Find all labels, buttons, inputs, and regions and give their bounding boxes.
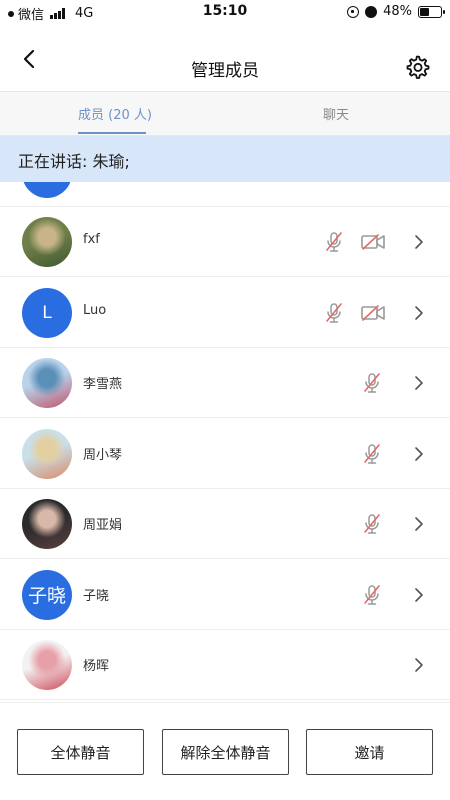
invite-button[interactable]: 邀请 [306, 729, 433, 775]
chevron-right-icon[interactable] [412, 513, 426, 535]
camera-off-icon[interactable] [360, 302, 386, 324]
avatar [22, 499, 72, 549]
chevron-right-icon[interactable] [412, 302, 426, 324]
member-name: 李雪燕 [83, 377, 123, 392]
member-list[interactable]: fxf L Luo 李雪燕 周小琴 周亚娟 子晓 子晓 杨晖 [0, 182, 450, 702]
member-name: 杨晖 [83, 659, 110, 674]
chevron-right-icon[interactable] [412, 372, 426, 394]
chevron-right-icon[interactable] [412, 443, 426, 465]
avatar: 子晓 [22, 569, 72, 620]
tab-chat[interactable]: 聊天 [323, 104, 349, 123]
member-name: 周亚娟 [83, 518, 123, 533]
avatar: L [22, 287, 72, 338]
avatar [22, 640, 72, 690]
member-row[interactable]: L Luo [0, 278, 450, 348]
mic-muted-icon[interactable] [360, 512, 384, 536]
avatar [22, 217, 72, 267]
member-row[interactable]: 周小琴 [0, 419, 450, 489]
battery-percent: 48% [383, 4, 412, 19]
mic-muted-icon[interactable] [360, 583, 384, 607]
alarm-icon [365, 5, 378, 18]
speaking-text: 正在讲话: 朱瑜; [18, 152, 130, 171]
member-name: Luo [83, 302, 107, 318]
status-right: 48% [347, 4, 445, 19]
avatar [22, 358, 72, 408]
member-row[interactable]: 李雪燕 [0, 348, 450, 418]
mute-all-button[interactable]: 全体静音 [17, 729, 144, 775]
member-name: 子晓 [83, 588, 110, 604]
member-row[interactable]: fxf [0, 207, 450, 277]
chevron-right-icon[interactable] [412, 654, 426, 676]
member-row[interactable]: 子晓 子晓 [0, 560, 450, 630]
camera-off-icon[interactable] [360, 231, 386, 253]
member-name: fxf [83, 232, 100, 247]
mic-muted-icon[interactable] [360, 371, 384, 395]
member-row[interactable]: 杨晖 [0, 630, 450, 700]
list-item-partial[interactable] [0, 182, 450, 207]
speaking-banner: 正在讲话: 朱瑜; [0, 136, 450, 182]
avatar [22, 428, 72, 479]
mic-muted-icon[interactable] [322, 230, 346, 254]
avatar [22, 182, 72, 198]
settings-gear-icon[interactable] [404, 54, 430, 80]
status-bar: 微信 4G 15:10 48% [0, 0, 450, 24]
tab-members[interactable]: 成员 (20 人) [78, 104, 152, 123]
mic-muted-icon[interactable] [360, 442, 384, 466]
unmute-all-button[interactable]: 解除全体静音 [162, 729, 289, 775]
action-footer: 全体静音 解除全体静音 邀请 [0, 702, 450, 800]
member-name: 周小琴 [83, 447, 123, 463]
active-tab-indicator [78, 132, 146, 134]
member-row[interactable]: 周亚娟 [0, 489, 450, 559]
chevron-right-icon[interactable] [412, 231, 426, 253]
rotation-lock-icon [347, 5, 360, 18]
chevron-right-icon[interactable] [412, 584, 426, 606]
battery-icon [418, 5, 445, 18]
page-title: 管理成员 [191, 61, 259, 81]
tab-bar: 成员 (20 人) 聊天 [0, 92, 450, 136]
nav-header: 管理成员 [0, 24, 450, 92]
mic-muted-icon[interactable] [322, 301, 346, 325]
